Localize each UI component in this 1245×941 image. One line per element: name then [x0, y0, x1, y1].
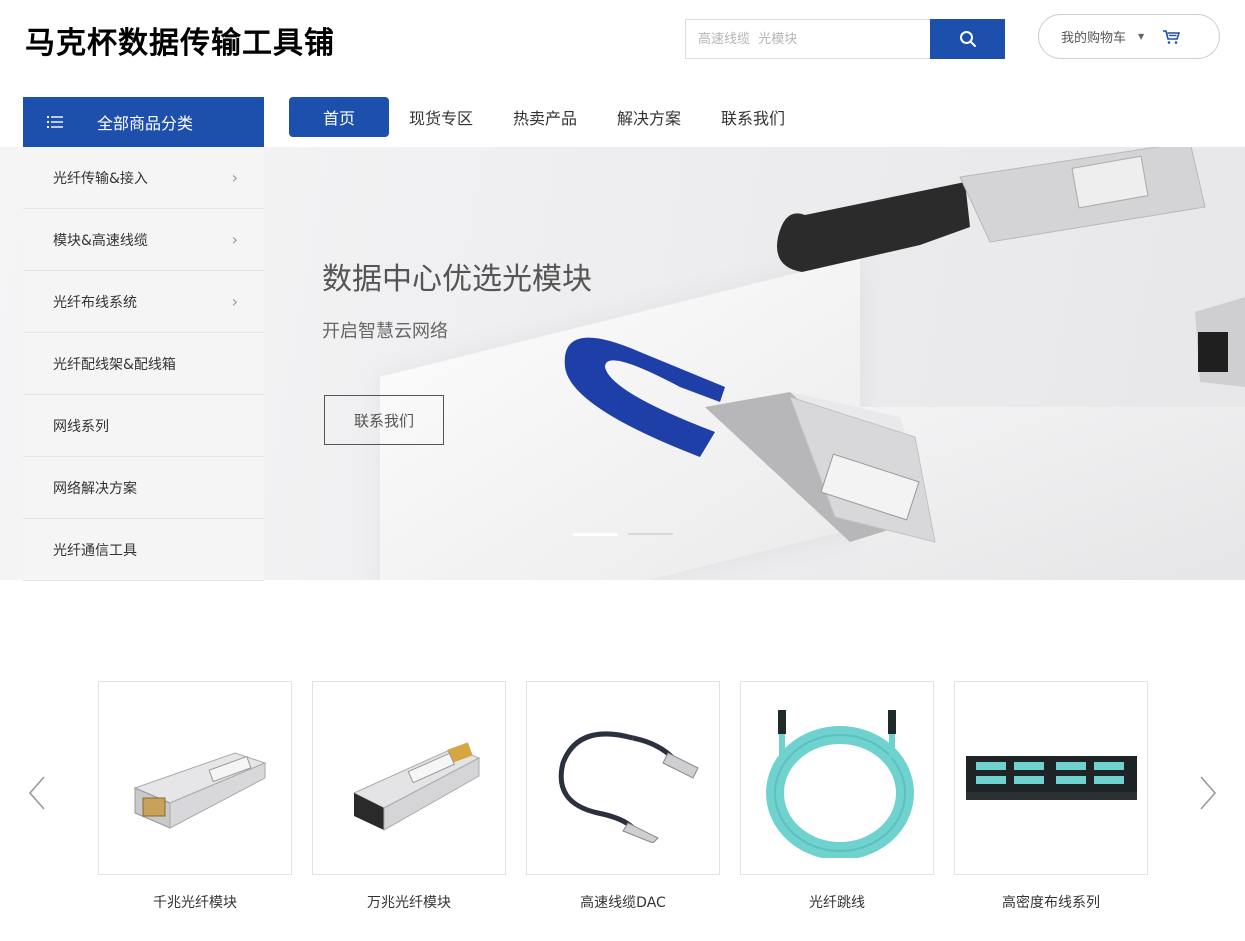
product-image: [98, 681, 292, 875]
category-label: 网线系列: [53, 418, 109, 435]
product-name: 高速线缆DAC: [580, 895, 666, 911]
category-label: 模块&高速线缆: [53, 232, 148, 249]
product-image: [526, 681, 720, 875]
product-card[interactable]: 高密度布线系列: [954, 681, 1148, 912]
category-label: 网络解决方案: [53, 480, 137, 497]
category-label: 光纤布线系统: [53, 294, 137, 311]
product-card[interactable]: 千兆光纤模块: [98, 681, 292, 912]
chevron-right-icon: ›: [231, 292, 238, 311]
copper-sfp-module-icon: [133, 752, 267, 829]
category-item[interactable]: 模块&高速线缆 ›: [23, 209, 264, 271]
search-input[interactable]: [685, 19, 931, 59]
caret-down-icon: ▼: [1138, 32, 1145, 41]
carousel-next-arrow[interactable]: [1198, 775, 1218, 811]
category-label: 光纤通信工具: [53, 542, 137, 559]
dac-cable-icon: [558, 731, 699, 843]
category-item[interactable]: 光纤布线系统 ›: [23, 271, 264, 333]
fiber-patch-cord-icon: [766, 710, 914, 858]
patch-panel-icon: [965, 756, 1137, 800]
hero-title: 数据中心优选光模块: [322, 262, 592, 297]
hero-subtitle: 开启智慧云网络: [322, 321, 448, 342]
cart-button[interactable]: 我的购物车 ▼: [1038, 14, 1220, 59]
nav-home[interactable]: 首页: [289, 97, 389, 137]
nav-in-stock[interactable]: 现货专区: [389, 97, 493, 137]
shopping-cart-icon: [1162, 29, 1181, 45]
main-nav: 首页 现货专区 热卖产品 解决方案 联系我们: [289, 97, 805, 137]
category-list: 光纤传输&接入 › 模块&高速线缆 › 光纤布线系统 › 光纤配线架&配线箱 网线系列…: [23, 147, 264, 581]
nav-hot-products[interactable]: 热卖产品: [493, 97, 597, 137]
product-name: 高密度布线系列: [1002, 895, 1100, 911]
product-image: [740, 681, 934, 875]
product-image: [312, 681, 506, 875]
chevron-right-icon: ›: [231, 230, 238, 249]
chevron-right-icon: ›: [231, 168, 238, 187]
category-item[interactable]: 网络解决方案: [23, 457, 264, 519]
product-card[interactable]: 光纤跳线: [740, 681, 934, 912]
product-card[interactable]: 万兆光纤模块: [312, 681, 506, 912]
product-image: [954, 681, 1148, 875]
search-button[interactable]: [930, 19, 1005, 59]
shop-title: 马克杯数据传输工具铺: [25, 26, 335, 61]
category-item[interactable]: 光纤配线架&配线箱: [23, 333, 264, 395]
category-item[interactable]: 光纤通信工具: [23, 519, 264, 581]
carousel-prev-arrow[interactable]: [27, 775, 47, 811]
search-icon: [959, 31, 976, 47]
nav-solutions[interactable]: 解决方案: [597, 97, 701, 137]
list-icon: [47, 115, 63, 129]
category-label: 光纤传输&接入: [53, 170, 148, 187]
slide-indicator-2[interactable]: [628, 533, 673, 535]
qsfp-module-illustration: [564, 147, 1245, 543]
slide-indicator-1[interactable]: [573, 533, 618, 536]
product-card[interactable]: 高速线缆DAC: [526, 681, 720, 912]
category-item[interactable]: 网线系列: [23, 395, 264, 457]
product-name: 万兆光纤模块: [367, 895, 451, 911]
product-name: 千兆光纤模块: [153, 895, 237, 911]
hero-contact-button[interactable]: 联系我们: [324, 395, 444, 445]
category-item[interactable]: 光纤传输&接入 ›: [23, 147, 264, 209]
cart-label: 我的购物车: [1061, 31, 1127, 46]
product-carousel: 千兆光纤模块 万兆光纤模块 高速线缆DAC 光纤跳线 高密度布线系列: [98, 681, 1168, 912]
all-categories-button[interactable]: 全部商品分类: [23, 97, 264, 147]
nav-contact[interactable]: 联系我们: [701, 97, 805, 137]
optical-sfp-module-icon: [352, 742, 481, 831]
all-categories-label: 全部商品分类: [97, 114, 194, 133]
category-label: 光纤配线架&配线箱: [53, 356, 176, 373]
product-name: 光纤跳线: [809, 895, 865, 911]
